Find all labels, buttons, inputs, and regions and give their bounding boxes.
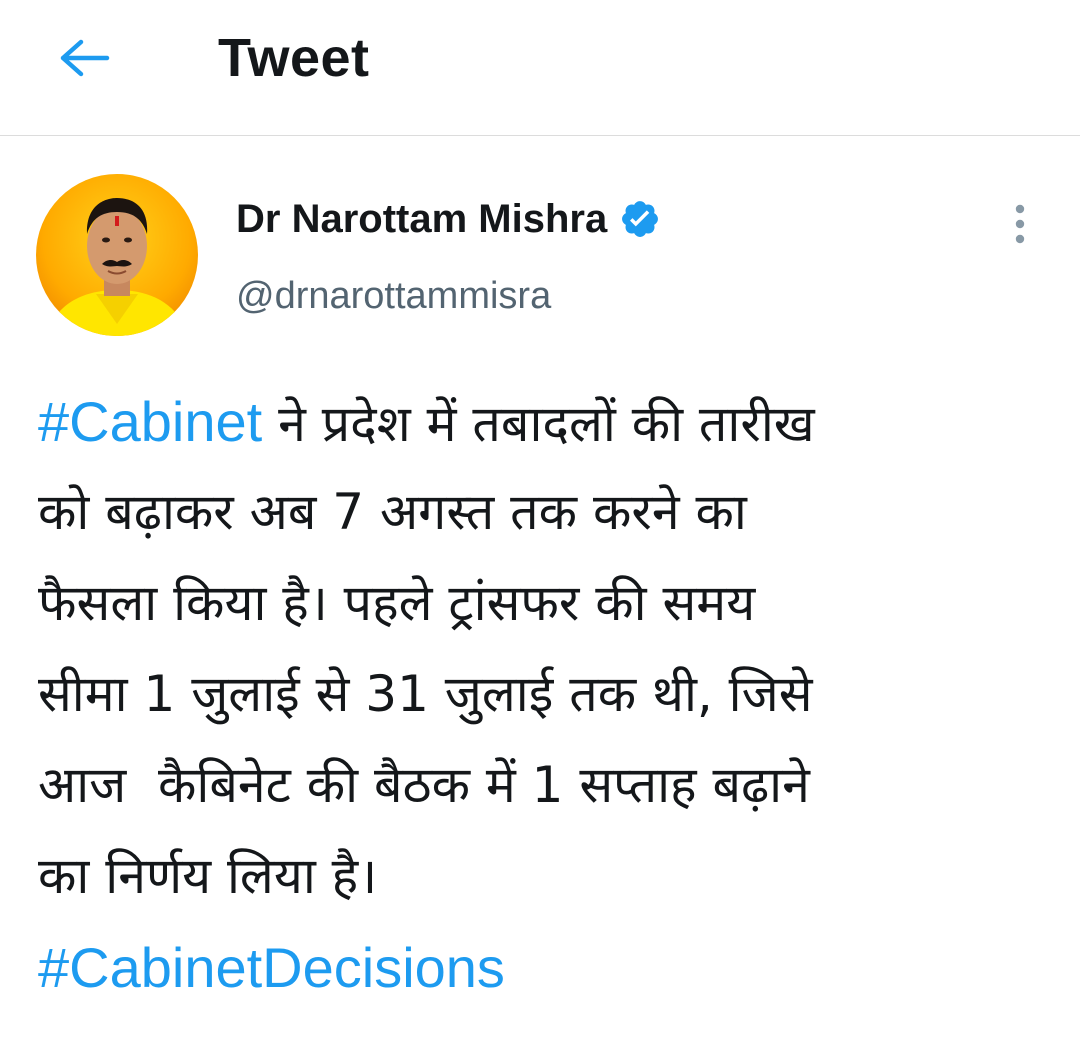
author-handle[interactable]: @drnarottammisra	[236, 272, 551, 320]
page-title: Tweet	[218, 28, 370, 88]
tweet-line: आज कैबिनेट की बैठक में 1 सप्ताह बढ़ाने	[38, 756, 810, 814]
more-options-button[interactable]	[994, 196, 1046, 252]
back-button[interactable]	[52, 26, 116, 90]
tweet-line: फैसला किया है। पहले ट्रांसफर की समय	[38, 574, 756, 632]
arrow-left-icon	[60, 39, 110, 77]
tweet-line: का निर्णय लिया है।	[38, 847, 378, 905]
author-name[interactable]: Dr Narottam Mishra	[236, 195, 661, 243]
tweet-text-segment: ने प्रदेश में तबादलों की तारीख	[262, 395, 815, 453]
tweet-line: सीमा 1 जुलाई से 31 जुलाई तक थी, जिसे	[38, 665, 813, 723]
author-name-text: Dr Narottam Mishra	[236, 197, 608, 241]
tweet-line: #Cabinet ने प्रदेश में तबादलों की तारीख	[38, 376, 1058, 467]
verified-badge-icon	[619, 198, 661, 240]
top-bar: Tweet	[0, 0, 1080, 136]
hashtag-link[interactable]: #CabinetDecisions	[38, 936, 505, 999]
tweet-text: #Cabinet ने प्रदेश में तबादलों की तारीख …	[38, 376, 1058, 1013]
tweet-line: #CabinetDecisions	[38, 922, 1058, 1013]
tweet-line: को बढ़ाकर अब 7 अगस्त तक करने का	[38, 483, 747, 541]
avatar[interactable]	[36, 174, 198, 336]
more-vertical-icon	[1015, 204, 1025, 244]
hashtag-link[interactable]: #Cabinet	[38, 390, 262, 453]
